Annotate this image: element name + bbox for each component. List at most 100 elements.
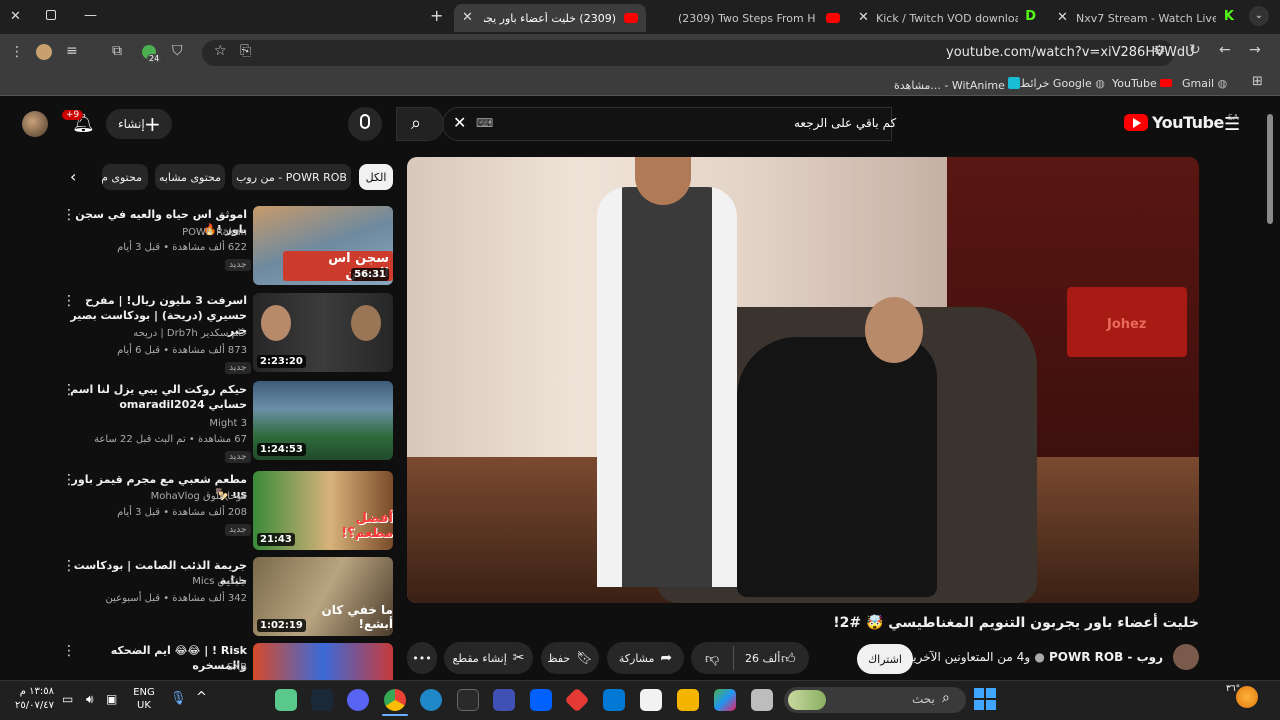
chip-from-channel[interactable]: من روب - POWR ROB (232, 164, 351, 190)
mail-icon[interactable] (603, 689, 625, 711)
recommendation-channel[interactable]: SXB (227, 662, 247, 673)
microphone-tray-icon[interactable]: 🎙︎ (170, 691, 187, 706)
recommendation-title[interactable]: حيكم روكت الي يبي يزل لنا اسم حسابي omar… (67, 382, 247, 412)
recommendation-menu-icon[interactable]: ⋮ (62, 643, 76, 659)
start-button-icon[interactable] (974, 688, 996, 710)
show-hidden-icons-icon[interactable]: ^ (196, 690, 207, 705)
dropbox-icon[interactable] (530, 689, 552, 711)
taskbar-app-icon[interactable] (275, 689, 297, 711)
subscribe-button[interactable]: اشتراك (857, 644, 913, 674)
video-player[interactable]: Johez (407, 157, 1199, 603)
clip-button[interactable]: إنشاء مقطع ✂ (444, 642, 533, 674)
language-indicator[interactable]: ENG UK (128, 686, 160, 712)
recommendation-channel[interactable]: POWR Rakan (182, 227, 247, 238)
bookmark-youtube[interactable]: YouTube (1112, 77, 1173, 90)
chip-more[interactable]: محتوى م (102, 164, 148, 190)
share-button[interactable]: مشاركة ➦ (607, 642, 684, 674)
recommendation-thumbnail[interactable]: ما خفي كان أبشع! 1:02:19 (253, 557, 393, 636)
like-icon[interactable]: 👍︎ (781, 650, 796, 667)
recommendation-menu-icon[interactable]: ⋮ (62, 207, 76, 223)
profile-avatar-icon[interactable] (36, 44, 52, 60)
recommendation-title[interactable]: Risk ! | 😂😂 ايم الضحكه والمسخره (67, 643, 247, 673)
chip-related[interactable]: محتوى مشابه (155, 164, 225, 190)
store-icon[interactable] (640, 689, 662, 711)
network-icon[interactable]: ▣ (106, 692, 117, 706)
minimize-icon[interactable]: — (84, 8, 97, 23)
recommendation-channel[interactable]: موحا فلوق MohaVlog (151, 491, 247, 502)
extensions-icon[interactable]: ⧉ (112, 43, 122, 59)
chrome-icon[interactable] (384, 689, 406, 711)
recommendation-thumbnail[interactable]: سجن اس السجن 56:31 (253, 206, 393, 285)
site-settings-icon[interactable]: ⚙ (1153, 43, 1166, 59)
back-icon[interactable]: ← (1219, 42, 1231, 58)
dislike-icon[interactable]: 👎︎ (705, 650, 719, 667)
recommendation-menu-icon[interactable]: ⋮ (62, 558, 76, 574)
recommendation-menu-icon[interactable]: ⋮ (62, 472, 76, 488)
photos-icon[interactable] (493, 689, 515, 711)
account-avatar[interactable] (22, 111, 48, 137)
recommendation-thumbnail[interactable] (253, 643, 393, 680)
channel-avatar[interactable] (1173, 644, 1199, 670)
new-tab-icon[interactable]: + (430, 6, 443, 25)
save-button[interactable]: حفظ 🔖︎ (541, 642, 599, 674)
page-scrollbar[interactable] (1266, 106, 1274, 676)
close-tab-icon[interactable]: ✕ (858, 10, 869, 25)
keyboard-icon[interactable]: ⌨ (476, 116, 493, 130)
recommendation-channel[interactable]: حام سكدير Drb7h | دريحه (133, 328, 247, 339)
recommendation-channel[interactable]: مايكس Mics (192, 576, 247, 587)
epic-games-icon[interactable] (457, 689, 479, 711)
menu-kebab-icon[interactable]: ⋮ (10, 44, 24, 60)
close-tab-icon[interactable]: ✕ (1057, 10, 1068, 25)
media-queue-icon[interactable]: ≡ (66, 43, 78, 59)
recommendation-menu-icon[interactable]: ⋮ (62, 382, 76, 398)
file-explorer-icon[interactable] (677, 689, 699, 711)
tab-active[interactable]: ✕ (2309) خليت أعضاء باور يجربون ال (454, 4, 646, 32)
apps-grid-icon[interactable]: ⊞ (1252, 74, 1263, 89)
recommendation-menu-icon[interactable]: ⋮ (62, 293, 76, 309)
bookmark-maps[interactable]: خرائط Google ◍ (1020, 77, 1105, 90)
search-button[interactable]: ⌕ (396, 107, 444, 141)
tab-nxv7[interactable]: Nxv7 Stream - Watch Live on Ki K (1070, 4, 1242, 32)
close-window-icon[interactable]: ✕ (10, 9, 21, 24)
search-placeholder: بحث (912, 692, 935, 706)
search-query-text[interactable]: كم باقي على الرجعه (794, 116, 896, 130)
bookmark-witanime[interactable]: مشاهدة... - WitAnime (894, 77, 1021, 92)
bookmark-gmail[interactable]: Gmail ◍ (1182, 77, 1227, 90)
recommendation-thumbnail[interactable]: أفضل مطعم؟! 21:43 (253, 471, 393, 550)
steam-icon[interactable] (311, 689, 333, 711)
chip-all[interactable]: الكل (359, 164, 393, 190)
tab-search-icon[interactable]: ⌄ (1249, 6, 1269, 26)
youtube-logo[interactable]: YouTube SA (1124, 113, 1239, 132)
app-icon[interactable] (751, 689, 773, 711)
tab-kick[interactable]: Kick / Twitch VOD downloader D (870, 4, 1046, 32)
notification-count-badge: +9 (62, 110, 84, 120)
voice-search-button[interactable] (348, 107, 382, 141)
channel-name[interactable]: روب - POWR ROB ● و4 من المتعاونين الآخري… (904, 650, 1163, 664)
volume-icon[interactable]: 🔊︎ (86, 692, 94, 707)
clock[interactable]: ١٣:٥٨ م ٢٥/٠٧/٤٧ (6, 685, 54, 713)
copilot-icon[interactable] (714, 689, 736, 711)
more-actions-button[interactable]: ••• (407, 642, 437, 674)
restore-icon[interactable] (46, 10, 56, 20)
seated-person (737, 337, 937, 597)
like-count[interactable]: 26 ألف (745, 652, 780, 665)
scrollbar-thumb[interactable] (1267, 114, 1273, 224)
discord-icon[interactable] (347, 689, 369, 711)
reload-icon[interactable]: ↻ (1189, 42, 1201, 58)
edge-icon[interactable] (420, 689, 442, 711)
recommendation-thumbnail[interactable]: 2:23:20 (253, 293, 393, 372)
taskbar-search[interactable]: بحث ⌕ (784, 687, 966, 713)
battery-icon[interactable]: ▭ (62, 692, 73, 706)
recommendation-channel[interactable]: 3 Might (209, 418, 247, 429)
create-button[interactable]: + إنشاء (106, 109, 172, 139)
tab-two-steps[interactable]: (2309) Two Steps From Hell - St (650, 4, 846, 32)
bookmark-star-icon[interactable]: ☆ (214, 43, 227, 59)
forward-icon[interactable]: → (1249, 42, 1261, 58)
close-tab-icon[interactable]: ✕ (462, 10, 473, 25)
recommendation-thumbnail[interactable]: 1:24:53 (253, 381, 393, 460)
clear-search-icon[interactable]: ✕ (453, 113, 466, 132)
chips-scroll-left-icon[interactable]: ‹ (70, 167, 76, 186)
scissors-icon: ✂ (512, 650, 525, 666)
install-app-icon[interactable]: ⎘ (240, 43, 251, 59)
shield-icon[interactable]: ⛉ (172, 43, 183, 59)
